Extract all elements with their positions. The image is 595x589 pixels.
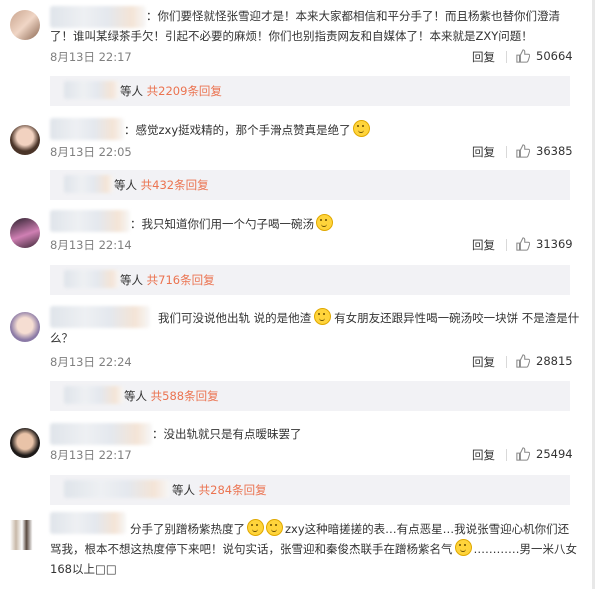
comment-body: 我只知道你们用一个勺子喝一碗汤 (141, 217, 315, 231)
smile-emoji-icon (352, 120, 370, 137)
sub-reply-link[interactable]: 共284条回复 (199, 483, 267, 497)
avatar[interactable] (10, 10, 40, 40)
blurred-username (64, 386, 124, 404)
comment-body: 感觉zxy挺戏精的，那个手滑点赞真是绝了 (135, 123, 351, 137)
comment-date: 8月13日 22:14 (50, 238, 132, 252)
blurred-username (64, 175, 114, 193)
like-count: 36385 (536, 144, 573, 158)
smile-emoji-icon (266, 519, 283, 536)
sub-reply-bar[interactable]: 等人 共2209条回复 (50, 76, 570, 106)
reply-button[interactable]: 回复 (472, 144, 495, 160)
avatar[interactable] (10, 520, 40, 550)
blurred-username (64, 81, 120, 99)
sub-reply-link[interactable]: 共716条回复 (147, 273, 215, 287)
avatar[interactable] (10, 312, 40, 342)
comment-body: 你们要怪就怪张雪迎才是！本来大家都相信和平分手了！而且杨紫也替你们澄清了！谁叫某… (50, 9, 560, 43)
divider (506, 239, 507, 251)
comment-date: 8月13日 22:17 (50, 50, 132, 64)
divider (506, 449, 507, 461)
comment-body: 没出轨就只是有点暧昧罢了 (163, 427, 302, 441)
divider (506, 51, 507, 63)
sub-reply-summary: 等人 共588条回复 (124, 389, 219, 403)
smile-emoji-icon (247, 519, 264, 536)
divider (506, 146, 507, 158)
comment-text: 分手了别蹭杨紫热度了 zxy这种暗搓搓的表…有点恶星…我说张雪迎心机你们还骂我，根… (50, 519, 580, 579)
sub-reply-bar[interactable]: 等人 共432条回复 (50, 170, 570, 200)
reply-button[interactable]: 回复 (472, 354, 495, 370)
sub-reply-bar[interactable]: 等人 共716条回复 (50, 265, 570, 295)
thumbs-up-icon[interactable] (516, 49, 530, 63)
sub-reply-summary: 等人 共284条回复 (172, 483, 267, 497)
reply-button[interactable]: 回复 (472, 237, 495, 253)
smile-emoji-icon (314, 308, 332, 325)
sub-reply-link[interactable]: 共588条回复 (151, 389, 219, 403)
reply-button[interactable]: 回复 (472, 49, 495, 65)
like-count: 28815 (536, 354, 573, 368)
like-count: 31369 (536, 237, 573, 251)
sub-reply-summary: 等人 共716条回复 (120, 273, 215, 287)
comment-date: 8月13日 22:05 (50, 145, 132, 159)
comment-text: ：我只知道你们用一个勺子喝一碗汤 (50, 214, 580, 234)
avatar[interactable] (10, 218, 40, 248)
avatar[interactable] (10, 428, 40, 458)
comment-text: ：你们要怪就怪张雪迎才是！本来大家都相信和平分手了！而且杨紫也替你们澄清了！谁叫… (50, 9, 560, 43)
comment-text: ：没出轨就只是有点暧昧罢了 (152, 427, 302, 441)
thumbs-up-icon[interactable] (516, 144, 530, 158)
sub-reply-summary: 等人 共432条回复 (114, 178, 209, 192)
blurred-username (64, 270, 120, 288)
comment-body: 分手了别蹭杨紫热度了 (130, 522, 245, 536)
comment-date: 8月13日 22:17 (50, 448, 132, 462)
comment-body: 我们可没说他出轨 说的是他渣 (158, 311, 312, 325)
sub-reply-link[interactable]: 共432条回复 (141, 178, 209, 192)
sub-reply-bar[interactable]: 等人 共588条回复 (50, 381, 570, 411)
thumbs-up-icon[interactable] (516, 354, 530, 368)
like-count: 50664 (536, 49, 573, 63)
sub-reply-bar[interactable]: 等人 共284条回复 (50, 475, 570, 505)
like-count: 25494 (536, 447, 573, 461)
thumbs-up-icon[interactable] (516, 447, 530, 461)
thumbs-up-icon[interactable] (516, 237, 530, 251)
sub-reply-link[interactable]: 共2209条回复 (147, 84, 222, 98)
avatar[interactable] (10, 125, 40, 155)
divider (506, 356, 507, 368)
comment-date: 8月13日 22:24 (50, 355, 132, 369)
reply-button[interactable]: 回复 (472, 447, 495, 463)
smile-emoji-icon (316, 214, 333, 231)
comment-text: 我们可没说他出轨 说的是他渣 有女朋友还跟异性喝一碗汤咬一块饼 不是渣是什么？ (50, 308, 580, 348)
sub-reply-summary: 等人 共2209条回复 (120, 84, 222, 98)
blurred-username (64, 480, 170, 498)
smile-emoji-icon (454, 539, 472, 556)
comment-text: ：感觉zxy挺戏精的，那个手滑点赞真是绝了 (50, 120, 580, 140)
